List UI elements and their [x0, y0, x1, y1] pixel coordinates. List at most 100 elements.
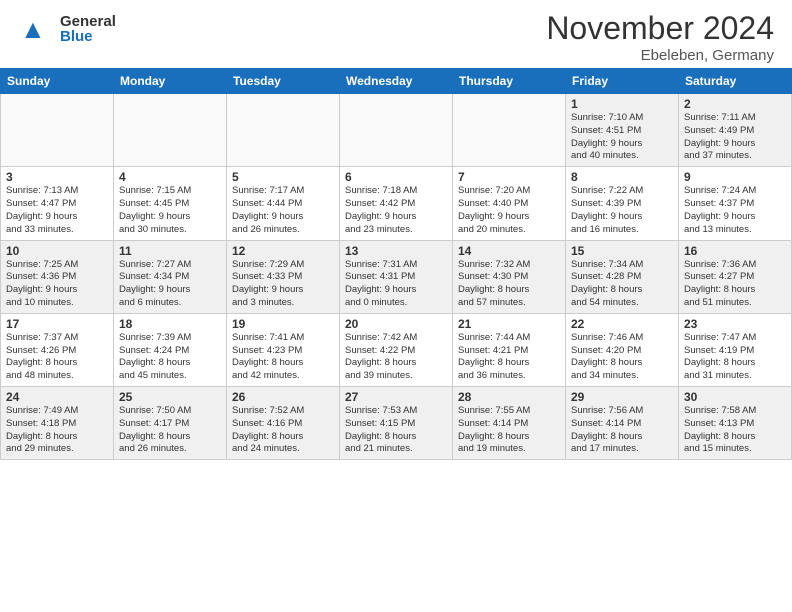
day-number: 16	[684, 244, 786, 258]
calendar-cell: 17Sunrise: 7:37 AM Sunset: 4:26 PM Dayli…	[1, 313, 114, 386]
day-info: Sunrise: 7:50 AM Sunset: 4:17 PM Dayligh…	[119, 405, 221, 456]
calendar-body: 1Sunrise: 7:10 AM Sunset: 4:51 PM Daylig…	[1, 94, 792, 460]
calendar-cell: 14Sunrise: 7:32 AM Sunset: 4:30 PM Dayli…	[453, 240, 566, 313]
day-info: Sunrise: 7:22 AM Sunset: 4:39 PM Dayligh…	[571, 185, 673, 236]
calendar-cell	[453, 94, 566, 167]
day-number: 15	[571, 244, 673, 258]
day-info: Sunrise: 7:55 AM Sunset: 4:14 PM Dayligh…	[458, 405, 560, 456]
calendar-cell: 11Sunrise: 7:27 AM Sunset: 4:34 PM Dayli…	[114, 240, 227, 313]
day-info: Sunrise: 7:10 AM Sunset: 4:51 PM Dayligh…	[571, 112, 673, 163]
calendar-cell: 4Sunrise: 7:15 AM Sunset: 4:45 PM Daylig…	[114, 167, 227, 240]
day-number: 24	[6, 390, 108, 404]
day-info: Sunrise: 7:47 AM Sunset: 4:19 PM Dayligh…	[684, 332, 786, 383]
day-number: 20	[345, 317, 447, 331]
day-number: 18	[119, 317, 221, 331]
day-number: 11	[119, 244, 221, 258]
day-info: Sunrise: 7:46 AM Sunset: 4:20 PM Dayligh…	[571, 332, 673, 383]
calendar-cell	[1, 94, 114, 167]
day-info: Sunrise: 7:11 AM Sunset: 4:49 PM Dayligh…	[684, 112, 786, 163]
day-info: Sunrise: 7:29 AM Sunset: 4:33 PM Dayligh…	[232, 259, 334, 310]
calendar-cell: 7Sunrise: 7:20 AM Sunset: 4:40 PM Daylig…	[453, 167, 566, 240]
calendar-week-3: 17Sunrise: 7:37 AM Sunset: 4:26 PM Dayli…	[1, 313, 792, 386]
logo-icon: ▲	[18, 10, 56, 48]
day-number: 8	[571, 170, 673, 184]
calendar-cell: 18Sunrise: 7:39 AM Sunset: 4:24 PM Dayli…	[114, 313, 227, 386]
day-number: 17	[6, 317, 108, 331]
calendar-week-2: 10Sunrise: 7:25 AM Sunset: 4:36 PM Dayli…	[1, 240, 792, 313]
day-number: 5	[232, 170, 334, 184]
calendar-cell: 30Sunrise: 7:58 AM Sunset: 4:13 PM Dayli…	[679, 387, 792, 460]
calendar-cell: 28Sunrise: 7:55 AM Sunset: 4:14 PM Dayli…	[453, 387, 566, 460]
day-number: 21	[458, 317, 560, 331]
calendar-cell: 25Sunrise: 7:50 AM Sunset: 4:17 PM Dayli…	[114, 387, 227, 460]
calendar-cell: 2Sunrise: 7:11 AM Sunset: 4:49 PM Daylig…	[679, 94, 792, 167]
calendar-cell: 9Sunrise: 7:24 AM Sunset: 4:37 PM Daylig…	[679, 167, 792, 240]
day-info: Sunrise: 7:52 AM Sunset: 4:16 PM Dayligh…	[232, 405, 334, 456]
day-info: Sunrise: 7:25 AM Sunset: 4:36 PM Dayligh…	[6, 259, 108, 310]
calendar-week-0: 1Sunrise: 7:10 AM Sunset: 4:51 PM Daylig…	[1, 94, 792, 167]
day-info: Sunrise: 7:56 AM Sunset: 4:14 PM Dayligh…	[571, 405, 673, 456]
day-info: Sunrise: 7:17 AM Sunset: 4:44 PM Dayligh…	[232, 185, 334, 236]
calendar-cell: 15Sunrise: 7:34 AM Sunset: 4:28 PM Dayli…	[566, 240, 679, 313]
day-info: Sunrise: 7:37 AM Sunset: 4:26 PM Dayligh…	[6, 332, 108, 383]
day-info: Sunrise: 7:18 AM Sunset: 4:42 PM Dayligh…	[345, 185, 447, 236]
calendar-cell: 22Sunrise: 7:46 AM Sunset: 4:20 PM Dayli…	[566, 313, 679, 386]
day-info: Sunrise: 7:24 AM Sunset: 4:37 PM Dayligh…	[684, 185, 786, 236]
day-number: 28	[458, 390, 560, 404]
day-number: 12	[232, 244, 334, 258]
calendar-cell: 12Sunrise: 7:29 AM Sunset: 4:33 PM Dayli…	[227, 240, 340, 313]
calendar-cell: 24Sunrise: 7:49 AM Sunset: 4:18 PM Dayli…	[1, 387, 114, 460]
day-info: Sunrise: 7:31 AM Sunset: 4:31 PM Dayligh…	[345, 259, 447, 310]
calendar-cell: 16Sunrise: 7:36 AM Sunset: 4:27 PM Dayli…	[679, 240, 792, 313]
calendar-cell: 1Sunrise: 7:10 AM Sunset: 4:51 PM Daylig…	[566, 94, 679, 167]
calendar-cell: 6Sunrise: 7:18 AM Sunset: 4:42 PM Daylig…	[340, 167, 453, 240]
day-info: Sunrise: 7:39 AM Sunset: 4:24 PM Dayligh…	[119, 332, 221, 383]
day-info: Sunrise: 7:36 AM Sunset: 4:27 PM Dayligh…	[684, 259, 786, 310]
day-info: Sunrise: 7:27 AM Sunset: 4:34 PM Dayligh…	[119, 259, 221, 310]
title-area: November 2024 Ebeleben, Germany	[546, 10, 774, 64]
day-number: 6	[345, 170, 447, 184]
day-info: Sunrise: 7:44 AM Sunset: 4:21 PM Dayligh…	[458, 332, 560, 383]
calendar-cell: 8Sunrise: 7:22 AM Sunset: 4:39 PM Daylig…	[566, 167, 679, 240]
day-number: 25	[119, 390, 221, 404]
day-number: 3	[6, 170, 108, 184]
day-number: 2	[684, 97, 786, 111]
weekday-header-wednesday: Wednesday	[340, 69, 453, 94]
calendar-week-4: 24Sunrise: 7:49 AM Sunset: 4:18 PM Dayli…	[1, 387, 792, 460]
svg-text:▲: ▲	[20, 14, 46, 44]
day-info: Sunrise: 7:58 AM Sunset: 4:13 PM Dayligh…	[684, 405, 786, 456]
calendar-table: SundayMondayTuesdayWednesdayThursdayFrid…	[0, 68, 792, 460]
day-number: 7	[458, 170, 560, 184]
calendar-cell	[227, 94, 340, 167]
day-info: Sunrise: 7:49 AM Sunset: 4:18 PM Dayligh…	[6, 405, 108, 456]
day-number: 9	[684, 170, 786, 184]
day-info: Sunrise: 7:20 AM Sunset: 4:40 PM Dayligh…	[458, 185, 560, 236]
day-info: Sunrise: 7:13 AM Sunset: 4:47 PM Dayligh…	[6, 185, 108, 236]
calendar-cell: 23Sunrise: 7:47 AM Sunset: 4:19 PM Dayli…	[679, 313, 792, 386]
calendar-week-1: 3Sunrise: 7:13 AM Sunset: 4:47 PM Daylig…	[1, 167, 792, 240]
day-number: 27	[345, 390, 447, 404]
day-number: 13	[345, 244, 447, 258]
calendar-cell: 10Sunrise: 7:25 AM Sunset: 4:36 PM Dayli…	[1, 240, 114, 313]
calendar-cell	[340, 94, 453, 167]
page-header: ▲ General Blue November 2024 Ebeleben, G…	[0, 0, 792, 68]
weekday-header-friday: Friday	[566, 69, 679, 94]
month-title: November 2024	[546, 10, 774, 47]
day-info: Sunrise: 7:15 AM Sunset: 4:45 PM Dayligh…	[119, 185, 221, 236]
calendar-cell: 13Sunrise: 7:31 AM Sunset: 4:31 PM Dayli…	[340, 240, 453, 313]
day-number: 14	[458, 244, 560, 258]
calendar-cell: 20Sunrise: 7:42 AM Sunset: 4:22 PM Dayli…	[340, 313, 453, 386]
weekday-header-saturday: Saturday	[679, 69, 792, 94]
day-number: 22	[571, 317, 673, 331]
day-info: Sunrise: 7:32 AM Sunset: 4:30 PM Dayligh…	[458, 259, 560, 310]
day-number: 26	[232, 390, 334, 404]
logo: ▲ General Blue	[18, 10, 116, 48]
weekday-header-row: SundayMondayTuesdayWednesdayThursdayFrid…	[1, 69, 792, 94]
day-info: Sunrise: 7:34 AM Sunset: 4:28 PM Dayligh…	[571, 259, 673, 310]
calendar-cell	[114, 94, 227, 167]
day-number: 19	[232, 317, 334, 331]
day-number: 23	[684, 317, 786, 331]
weekday-header-monday: Monday	[114, 69, 227, 94]
day-number: 29	[571, 390, 673, 404]
calendar-cell: 5Sunrise: 7:17 AM Sunset: 4:44 PM Daylig…	[227, 167, 340, 240]
